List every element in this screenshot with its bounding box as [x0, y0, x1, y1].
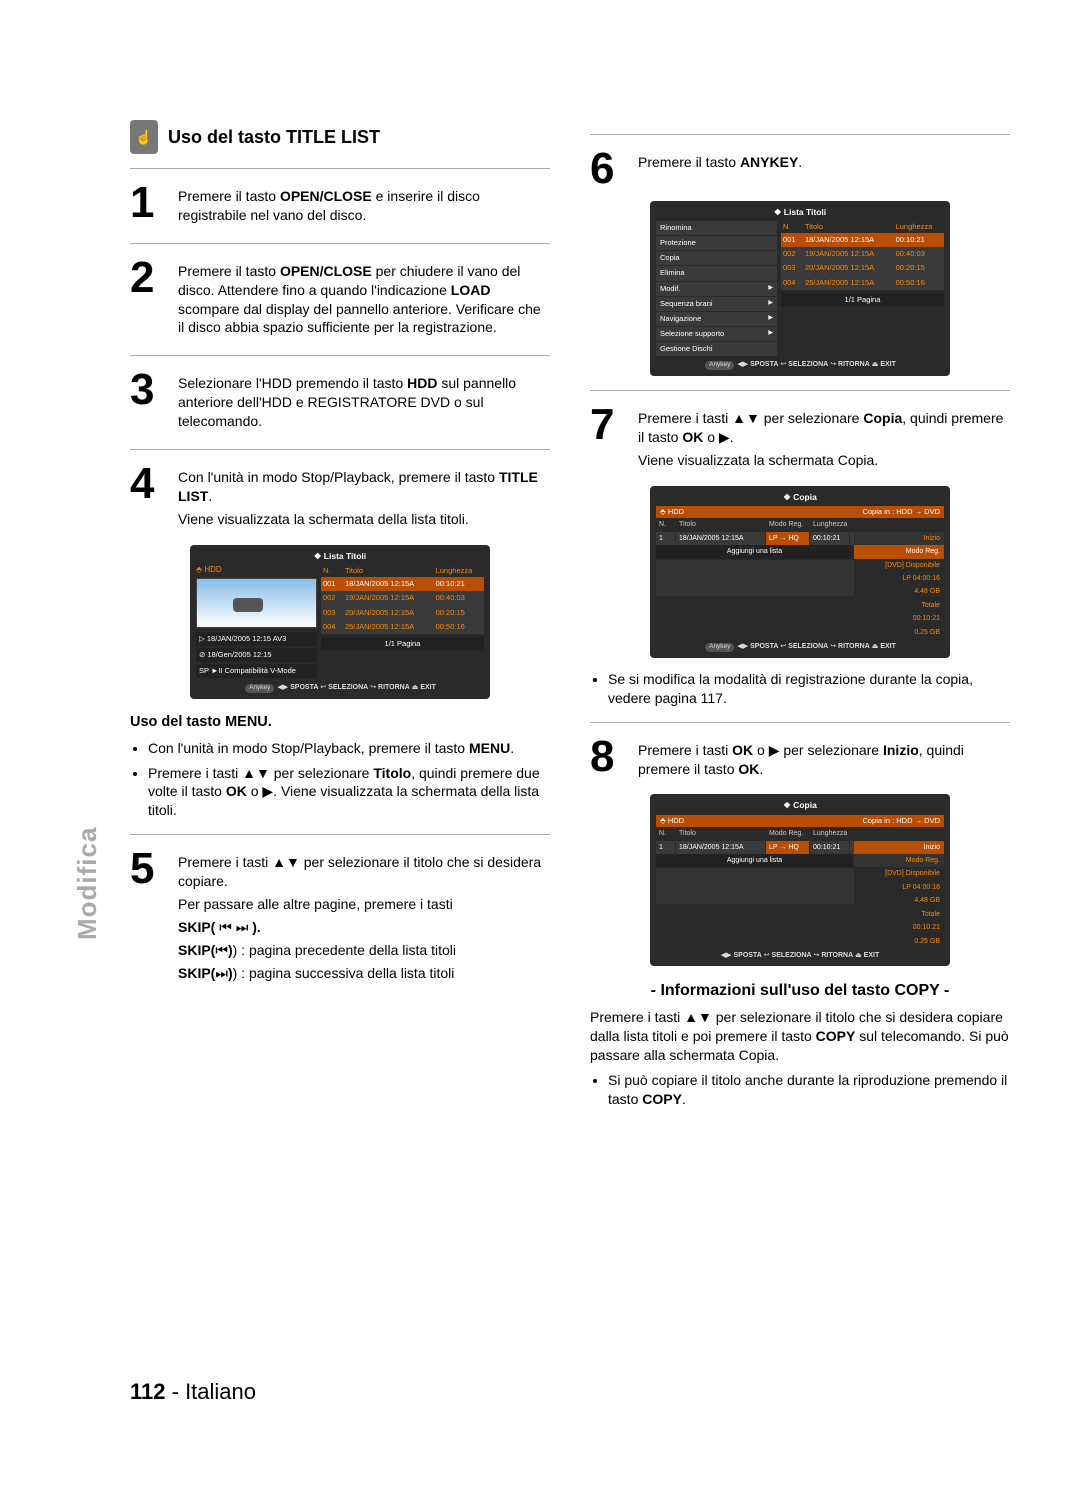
- text: Viene visualizzata la schermata della li…: [178, 510, 550, 529]
- menu-item: Protezione: [656, 236, 777, 250]
- menu-subtitle: Uso del tasto MENU.: [130, 713, 550, 733]
- menu-item: Gestione Dischi: [656, 342, 777, 356]
- step-2: 2 Premere il tasto OPEN/CLOSE per chiude…: [130, 258, 550, 342]
- text: Premere il tasto: [178, 188, 280, 204]
- text: HDD: [407, 375, 437, 391]
- ui-head: ❖ Lista Titoli: [196, 551, 484, 562]
- step-3: 3 Selezionare l'HDD premendo il tasto HD…: [130, 370, 550, 435]
- menu-item: Sequenza brani: [656, 297, 777, 311]
- menu-item: Navigazione: [656, 312, 777, 326]
- step-num: 3: [130, 370, 168, 435]
- menu-list: Rinomina Protezione Copia Elimina Modif.…: [656, 221, 777, 357]
- skip-next-icon: ⏭: [215, 965, 228, 981]
- text: OPEN/CLOSE: [280, 263, 372, 279]
- bullet: Con l'unità in modo Stop/Playback, preme…: [148, 739, 550, 758]
- text: Premere il tasto: [178, 263, 280, 279]
- step-8: 8 Premere i tasti OK o ▶ per selezionare…: [590, 737, 1010, 783]
- menu-item: Elimina: [656, 266, 777, 280]
- meta: ⊘ 18/Gen/2005 12:15: [196, 648, 317, 662]
- text: Selezionare l'HDD premendo il tasto: [178, 375, 407, 391]
- text: Viene visualizzata la schermata Copia.: [638, 451, 1010, 470]
- step-4: 4 Con l'unità in modo Stop/Playback, pre…: [130, 464, 550, 533]
- ui-head: ❖ Lista Titoli: [656, 207, 944, 218]
- step-num: 8: [590, 737, 628, 783]
- ui-context-menu: ❖ Lista Titoli Rinomina Protezione Copia…: [650, 201, 950, 376]
- step-num: 1: [130, 183, 168, 229]
- note: Se si modifica la modalità di registrazi…: [608, 670, 1010, 708]
- step-6: 6 Premere il tasto ANYKEY.: [590, 149, 1010, 189]
- right-column: 6 Premere il tasto ANYKEY. ❖ Lista Titol…: [590, 120, 1010, 1115]
- step-num: 5: [130, 849, 168, 986]
- meta: ▷ 18/JAN/2005 12:15 AV3: [196, 632, 317, 646]
- text: LOAD: [451, 282, 491, 298]
- left-column: ☝ Uso del tasto TITLE LIST 1 Premere il …: [130, 120, 550, 1115]
- step-5: 5 Premere i tasti ▲▼ per selezionare il …: [130, 849, 550, 986]
- bullet: Si può copiare il titolo anche durante l…: [608, 1071, 1010, 1109]
- text: .: [208, 488, 212, 504]
- text: Premere i tasti ▲▼ per selezionare il ti…: [590, 1008, 1010, 1065]
- step-num: 7: [590, 405, 628, 474]
- hand-icon: ☝: [130, 120, 158, 154]
- step-num: 4: [130, 464, 168, 533]
- step-num: 2: [130, 258, 168, 342]
- text: Con l'unità in modo Stop/Playback, preme…: [178, 469, 499, 485]
- step-num: 6: [590, 149, 628, 189]
- skip-prev-icon: ⏮ ⏭: [219, 919, 248, 935]
- meta: SP ►II Compatibilità V-Mode: [196, 664, 317, 678]
- text: Premere i tasti ▲▼ per selezionare il ti…: [178, 853, 550, 891]
- menu-item: Selezione supporto: [656, 327, 777, 341]
- page-footer: 112 - Italiano: [130, 1377, 256, 1407]
- step-7: 7 Premere i tasti ▲▼ per selezionare Cop…: [590, 405, 1010, 474]
- text: Per passare alle altre pagine, premere i…: [178, 895, 550, 914]
- ui-copia-2: ❖ Copia ⬘ HDDCopia in : HDD → DVD N.Tito…: [650, 794, 950, 966]
- step-1: 1 Premere il tasto OPEN/CLOSE e inserire…: [130, 183, 550, 229]
- section-title: Uso del tasto TITLE LIST: [168, 125, 380, 149]
- device: ⬘ HDD: [196, 565, 317, 576]
- ui-table: N.TitoloLunghezza 00118/JAN/2005 12:15A0…: [321, 565, 484, 634]
- copy-info-title: - Informazioni sull'uso del tasto COPY -: [590, 980, 1010, 1002]
- ui-title-list: ❖ Lista Titoli ⬘ HDD ▷ 18/JAN/2005 12:15…: [190, 545, 490, 699]
- menu-item: Rinomina: [656, 221, 777, 235]
- text: OPEN/CLOSE: [280, 188, 372, 204]
- text: scompare dal display del pannello anteri…: [178, 301, 541, 336]
- menu-item: Modif.: [656, 282, 777, 296]
- skip-prev-icon: ⏮: [215, 942, 228, 958]
- menu-item: Copia: [656, 251, 777, 265]
- ui-copia-1: ❖ Copia ⬘ HDDCopia in : HDD → DVD N.Tito…: [650, 486, 950, 658]
- pagination: 1/1 Pagina: [321, 637, 484, 651]
- sidebar-tab: Modifica: [70, 827, 105, 940]
- bullet: Premere i tasti ▲▼ per selezionare Titol…: [148, 764, 550, 821]
- thumbnail: [196, 578, 317, 628]
